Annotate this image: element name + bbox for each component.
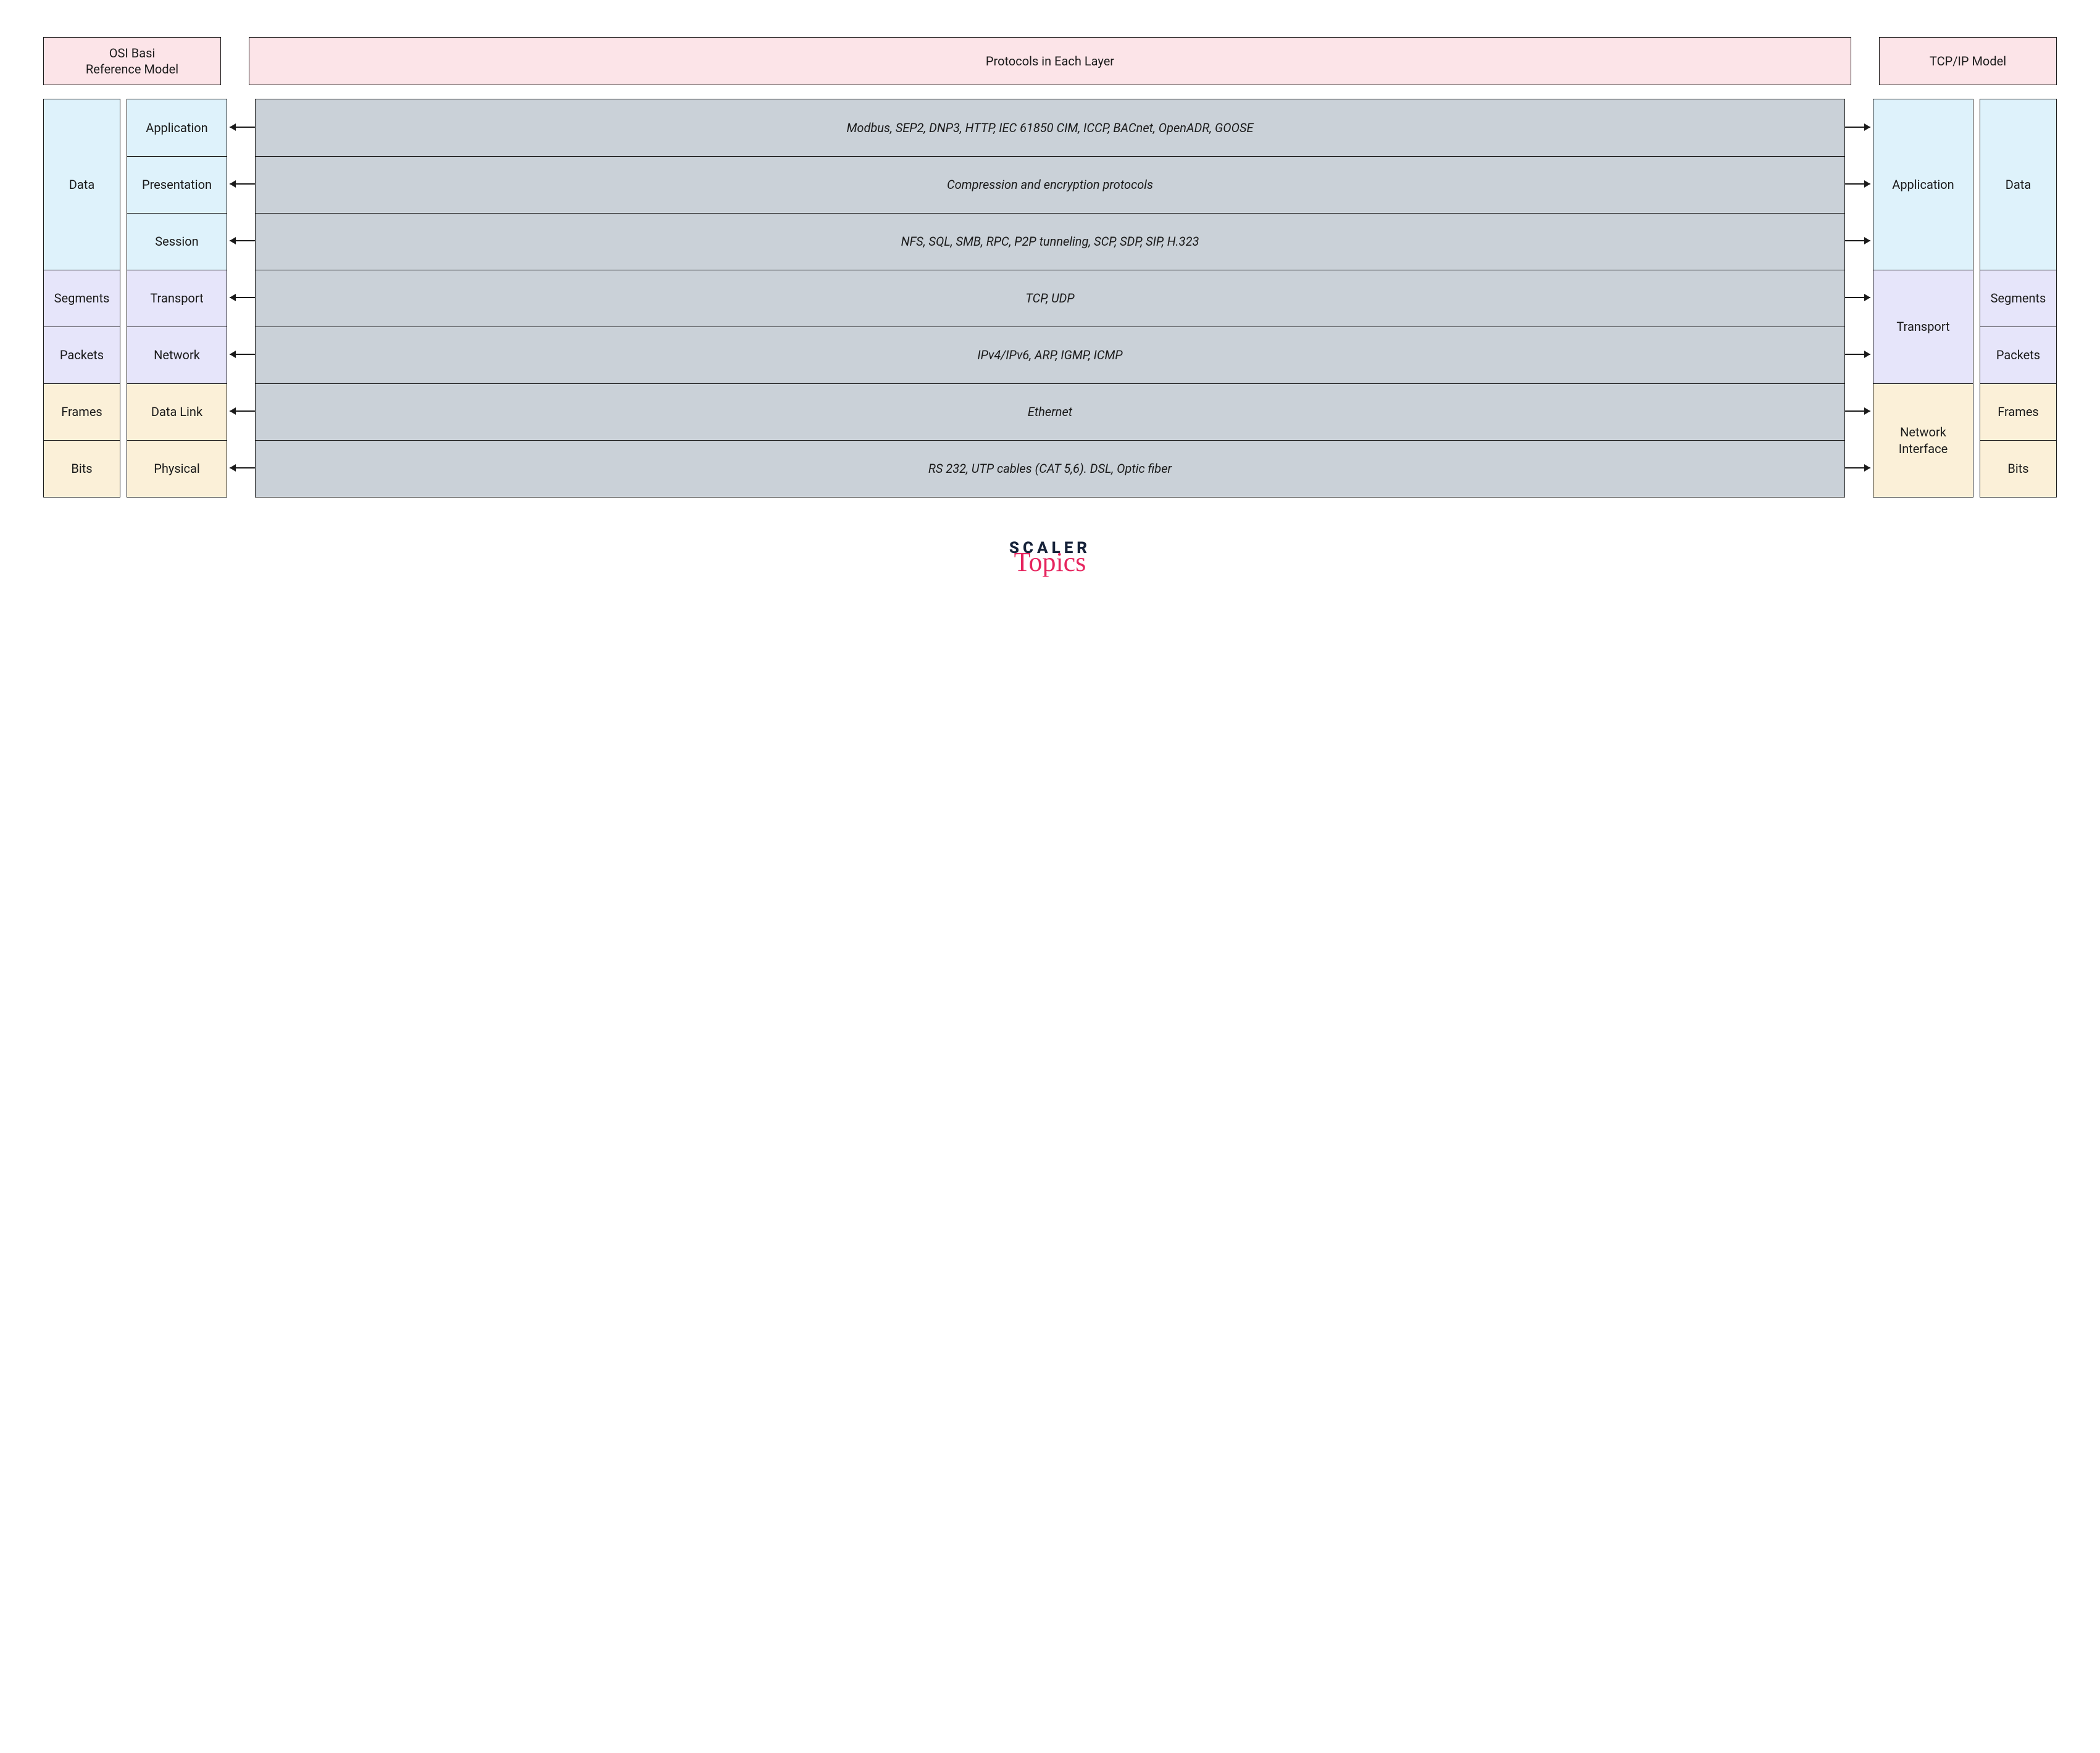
protocol-cell: TCP, UDP <box>256 270 1844 327</box>
arrow-left-icon <box>227 212 255 269</box>
arrow-left-icon <box>227 99 255 156</box>
tcpip-data-unit: Segments <box>1980 270 2056 327</box>
brand-bottom: Topics <box>1014 549 1086 576</box>
osi-tcpip-diagram: OSI BasiReference Model Protocols in Eac… <box>43 37 2057 576</box>
protocol-cell: RS 232, UTP cables (CAT 5,6). DSL, Optic… <box>256 440 1844 497</box>
osi-layer: Transport <box>127 270 227 327</box>
osi-data-unit: Data <box>44 99 120 270</box>
tcpip-layer: Transport <box>1873 270 1973 383</box>
tcpip-data-units-column: Data Segments Packets Frames Bits <box>1980 99 2057 498</box>
arrow-left-icon <box>227 383 255 439</box>
arrow-left-icon <box>227 326 255 383</box>
osi-layer: Network <box>127 327 227 383</box>
header-tcpip: TCP/IP Model <box>1879 37 2057 85</box>
osi-data-unit: Packets <box>44 327 120 383</box>
arrow-right-icon <box>1845 439 1873 496</box>
osi-data-unit: Frames <box>44 383 120 440</box>
osi-layers-column: Application Presentation Session Transpo… <box>127 99 227 498</box>
protocol-cell: NFS, SQL, SMB, RPC, P2P tunneling, SCP, … <box>256 213 1844 270</box>
arrow-right-icon <box>1845 212 1873 269</box>
header-osi: OSI BasiReference Model <box>43 37 221 85</box>
osi-layer: Data Link <box>127 383 227 440</box>
osi-data-units-column: Data Segments Packets Frames Bits <box>43 99 120 498</box>
arrow-left-icon <box>227 156 255 212</box>
tcpip-layer: Network Interface <box>1873 383 1973 497</box>
arrow-right-icon <box>1845 156 1873 212</box>
diagram-body: Data Segments Packets Frames Bits Applic… <box>43 99 2057 498</box>
osi-layer: Session <box>127 213 227 270</box>
tcpip-data-unit: Bits <box>1980 440 2056 497</box>
tcpip-data-unit: Data <box>1980 99 2056 270</box>
header-protocols: Protocols in Each Layer <box>249 37 1851 85</box>
tcpip-data-unit: Frames <box>1980 383 2056 440</box>
arrow-left-icon <box>227 269 255 326</box>
tcpip-data-unit: Packets <box>1980 327 2056 383</box>
osi-layer: Physical <box>127 440 227 497</box>
protocol-cell: Ethernet <box>256 383 1844 440</box>
osi-data-unit: Bits <box>44 440 120 497</box>
osi-layer: Application <box>127 99 227 156</box>
arrows-right <box>1845 99 1873 498</box>
arrow-right-icon <box>1845 383 1873 439</box>
tcpip-layers-column: Application Transport Network Interface <box>1873 99 1973 498</box>
arrow-right-icon <box>1845 326 1873 383</box>
protocol-cell: IPv4/IPv6, ARP, IGMP, ICMP <box>256 327 1844 383</box>
tcpip-layer: Application <box>1873 99 1973 270</box>
brand-logo: SCALER Topics <box>1009 539 1091 576</box>
header-row: OSI BasiReference Model Protocols in Eac… <box>43 37 2057 85</box>
osi-data-unit: Segments <box>44 270 120 327</box>
protocol-cell: Compression and encryption protocols <box>256 156 1844 213</box>
protocols-column: Modbus, SEP2, DNP3, HTTP, IEC 61850 CIM,… <box>255 99 1845 498</box>
protocol-cell: Modbus, SEP2, DNP3, HTTP, IEC 61850 CIM,… <box>256 99 1844 156</box>
arrow-left-icon <box>227 439 255 496</box>
arrow-right-icon <box>1845 99 1873 156</box>
arrow-right-icon <box>1845 269 1873 326</box>
arrows-left <box>227 99 255 498</box>
osi-layer: Presentation <box>127 156 227 213</box>
